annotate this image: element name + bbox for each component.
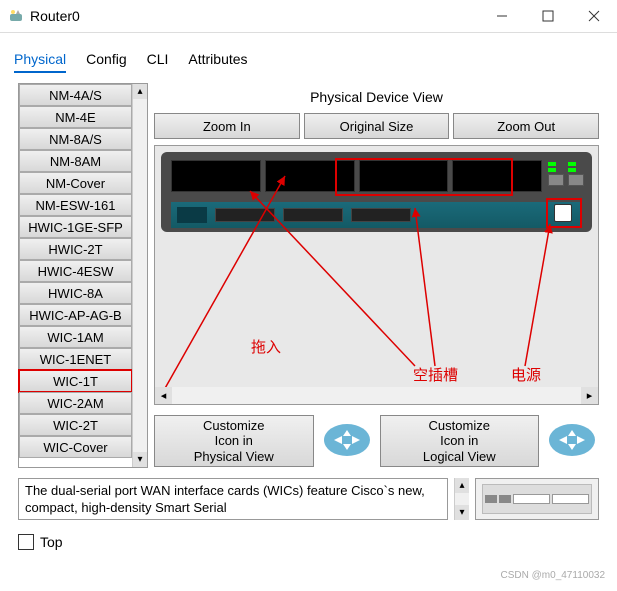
modules-list: NM-4A/SNM-4ENM-8A/SNM-8AMNM-CoverNM-ESW-… — [19, 84, 132, 467]
router-app-icon — [8, 8, 24, 24]
zoom-in-button[interactable]: Zoom In — [154, 113, 300, 139]
top-checkbox[interactable] — [18, 534, 34, 550]
module-item[interactable]: HWIC-8A — [19, 282, 132, 304]
annotation-power: 电源 — [511, 364, 541, 385]
module-item[interactable]: NM-Cover — [19, 172, 132, 194]
description-scrollbar[interactable]: ▴ ▾ — [454, 478, 469, 520]
router-physical-icon[interactable] — [320, 415, 374, 465]
window-title: Router0 — [30, 8, 479, 24]
original-size-button[interactable]: Original Size — [304, 113, 450, 139]
cisco-logo — [177, 207, 207, 223]
ethernet-port[interactable] — [568, 174, 584, 186]
module-description: The dual-serial port WAN interface cards… — [18, 478, 448, 520]
scroll-up-icon[interactable]: ▴ — [455, 478, 469, 493]
scroll-up-icon[interactable]: ▴ — [133, 84, 147, 99]
wic-slot[interactable] — [215, 208, 275, 222]
hscroll-right-icon[interactable]: ▸ — [581, 387, 598, 404]
wic-slot[interactable] — [283, 208, 343, 222]
scroll-down-icon[interactable]: ▾ — [133, 452, 147, 467]
preview-port — [485, 495, 497, 503]
ethernet-port[interactable] — [548, 174, 564, 186]
module-item[interactable]: HWIC-2T — [19, 238, 132, 260]
tab-physical[interactable]: Physical — [14, 51, 66, 73]
module-item[interactable]: HWIC-AP-AG-B — [19, 304, 132, 326]
annotation-empty-slot: 空插槽 — [413, 364, 458, 385]
module-item[interactable]: NM-4E — [19, 106, 132, 128]
module-item[interactable]: WIC-Cover — [19, 436, 132, 458]
watermark: CSDN @m0_47110032 — [501, 570, 605, 581]
tab-bar: Physical Config CLI Attributes — [0, 33, 617, 83]
top-checkbox-label[interactable]: Top — [40, 534, 63, 550]
scroll-down-icon[interactable]: ▾ — [455, 505, 469, 520]
customize-logical-icon-button[interactable]: Customize Icon in Logical View — [380, 415, 540, 467]
module-item[interactable]: WIC-1ENET — [19, 348, 132, 370]
device-view-title: Physical Device View — [154, 89, 599, 105]
tab-cli[interactable]: CLI — [147, 51, 169, 73]
module-item[interactable]: HWIC-4ESW — [19, 260, 132, 282]
hscroll-track[interactable] — [172, 387, 581, 404]
preview-port — [499, 495, 511, 503]
module-item[interactable]: NM-ESW-161 — [19, 194, 132, 216]
empty-slot-highlight — [335, 158, 513, 196]
router-logical-icon[interactable] — [545, 415, 599, 465]
device-view-area[interactable]: 拖入 空插槽 电源 ◂ ▸ — [154, 145, 599, 405]
annotation-drag-in: 拖入 — [251, 336, 281, 357]
module-item[interactable]: WIC-2T — [19, 414, 132, 436]
module-item[interactable]: WIC-2AM — [19, 392, 132, 414]
scroll-track[interactable] — [133, 99, 147, 452]
hscroll-left-icon[interactable]: ◂ — [155, 387, 172, 404]
window-titlebar: Router0 — [0, 0, 617, 33]
device-hscrollbar[interactable]: ◂ ▸ — [155, 387, 598, 404]
wic-slot[interactable] — [351, 208, 411, 222]
preview-label — [513, 494, 550, 504]
zoom-out-button[interactable]: Zoom Out — [453, 113, 599, 139]
module-item[interactable]: WIC-1AM — [19, 326, 132, 348]
router-chassis[interactable] — [161, 152, 592, 232]
modules-scrollbar[interactable]: ▴ ▾ — [132, 84, 147, 467]
power-highlight — [546, 198, 582, 228]
window-controls — [479, 0, 617, 32]
module-item[interactable]: HWIC-1GE-SFP — [19, 216, 132, 238]
module-preview[interactable] — [475, 478, 599, 520]
module-item[interactable]: WIC-1T — [19, 370, 132, 392]
maximize-button[interactable] — [525, 0, 571, 32]
chassis-lower-strip — [171, 202, 582, 228]
module-item[interactable]: NM-8A/S — [19, 128, 132, 150]
expansion-slot[interactable] — [171, 160, 261, 192]
customize-physical-icon-button[interactable]: Customize Icon in Physical View — [154, 415, 314, 467]
module-item[interactable]: NM-4A/S — [19, 84, 132, 106]
module-item[interactable]: NM-8AM — [19, 150, 132, 172]
minimize-button[interactable] — [479, 0, 525, 32]
preview-label — [552, 494, 589, 504]
close-button[interactable] — [571, 0, 617, 32]
tab-attributes[interactable]: Attributes — [188, 51, 247, 73]
tab-config[interactable]: Config — [86, 51, 126, 73]
modules-panel: NM-4A/SNM-4ENM-8A/SNM-8AMNM-CoverNM-ESW-… — [18, 83, 148, 468]
